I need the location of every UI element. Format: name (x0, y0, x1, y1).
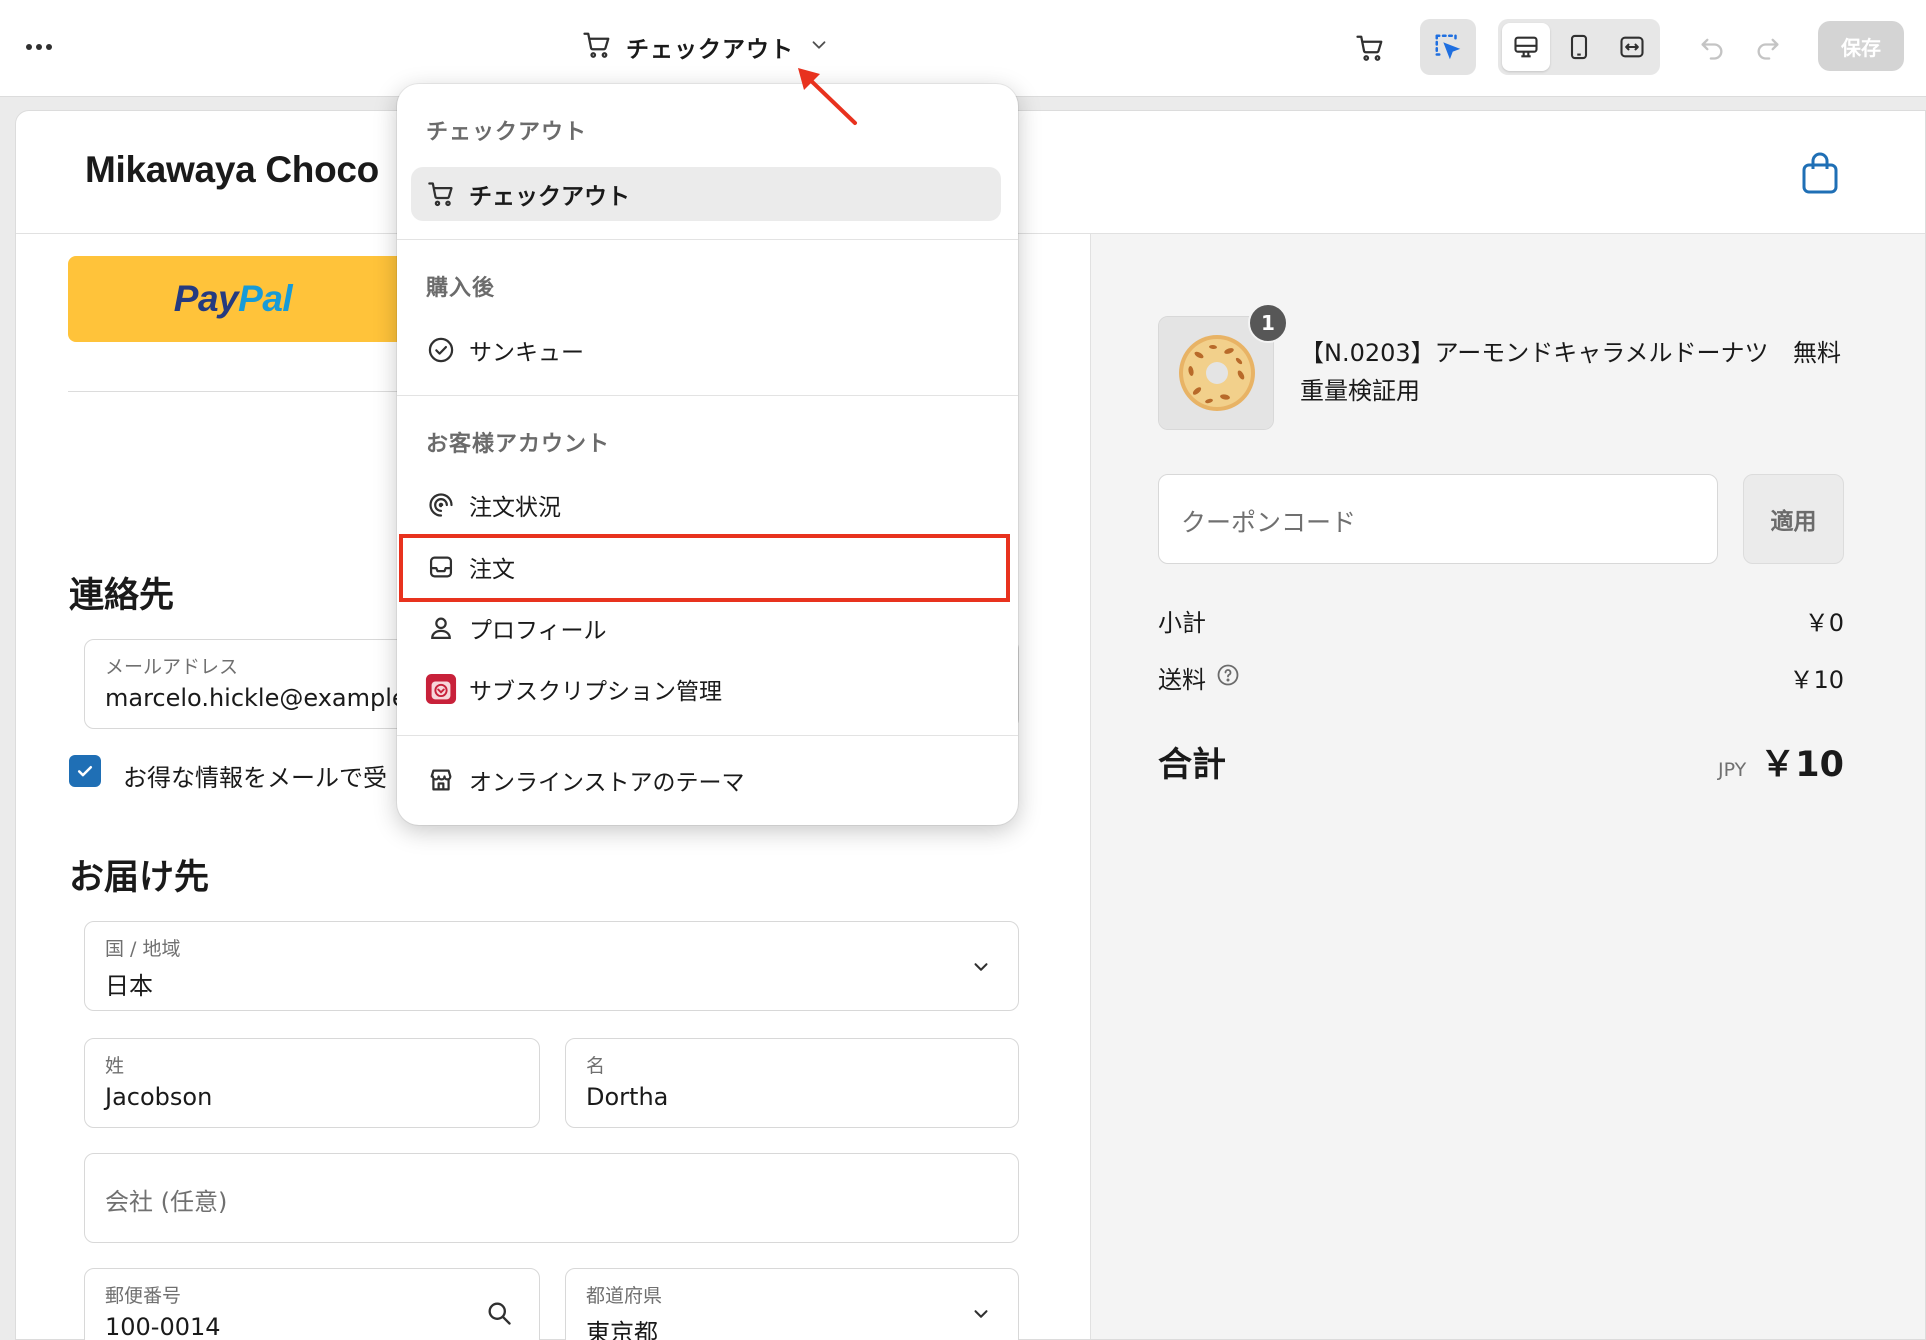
total-value: ￥10 (1760, 745, 1844, 785)
subscription-app-icon (425, 673, 457, 705)
help-icon[interactable] (1216, 663, 1240, 693)
contact-heading: 連絡先 (69, 576, 175, 616)
check-circle-icon (425, 334, 457, 366)
cart-icon (425, 178, 457, 210)
menu-item-subscription[interactable]: サブスクリプション管理 (411, 662, 1001, 716)
postal-code-field[interactable]: 郵便番号 100-0014 (84, 1268, 540, 1340)
first-name-value: Dortha (586, 1083, 669, 1111)
menu-item-profile[interactable]: プロフィール (411, 601, 1001, 655)
shipping-label: 送料 (1158, 666, 1206, 694)
store-icon (425, 764, 457, 796)
more-icon[interactable] (22, 30, 56, 64)
first-name-label: 名 (586, 1055, 606, 1077)
order-status-icon (425, 489, 457, 521)
annotation-highlight-box (399, 534, 1010, 602)
group-title-customer-account: お客様アカウント (426, 432, 611, 457)
menu-item-order-status[interactable]: 注文状況 (411, 478, 1001, 532)
postal-code-value: 100-0014 (105, 1313, 221, 1340)
chevron-down-icon (970, 1303, 992, 1329)
redo-icon[interactable] (1750, 30, 1786, 66)
menu-item-label: オンラインストアのテーマ (469, 770, 745, 796)
person-icon (425, 612, 457, 644)
page-switcher-dropdown: チェックアウト チェックアウト 購入後 サンキュー お客様アカウント 注文状況 … (397, 84, 1018, 825)
total-currency: JPY (1718, 759, 1747, 781)
group-title-checkout: チェックアウト (426, 120, 588, 145)
paypal-button[interactable]: PayPal (68, 256, 398, 342)
last-name-field[interactable]: 姓 Jacobson (84, 1038, 540, 1128)
undo-icon[interactable] (1694, 30, 1730, 66)
menu-item-online-store-theme[interactable]: オンラインストアのテーマ (411, 753, 1001, 807)
last-name-value: Jacobson (105, 1083, 213, 1111)
editor-toolbar: チェックアウト 保存 (0, 0, 1926, 97)
apply-coupon-button[interactable]: 適用 (1743, 474, 1844, 564)
coupon-placeholder: クーポンコード (1181, 508, 1357, 537)
quantity-badge: 1 (1248, 303, 1288, 343)
subtotal-value: ￥0 (1804, 609, 1844, 637)
postal-code-label: 郵便番号 (105, 1285, 182, 1307)
divider (397, 735, 1018, 736)
shipping-heading: お届け先 (69, 858, 210, 898)
store-name: Mikawaya Choco (85, 149, 379, 190)
menu-item-checkout[interactable]: チェックアウト (411, 167, 1001, 221)
prefecture-value: 東京都 (586, 1319, 658, 1340)
menu-item-label: 注文状況 (469, 495, 561, 521)
menu-item-label: チェックアウト (469, 184, 630, 210)
mobile-view-icon[interactable] (1555, 23, 1603, 71)
cart-icon[interactable] (1350, 28, 1390, 68)
annotation-arrow-icon (798, 68, 857, 125)
company-placeholder: 会社 (任意) (105, 1188, 228, 1216)
search-icon[interactable] (485, 1299, 513, 1331)
divider (397, 395, 1018, 396)
total-label: 合計 (1158, 745, 1226, 785)
coupon-input[interactable]: クーポンコード (1158, 474, 1718, 564)
first-name-field[interactable]: 名 Dortha (565, 1038, 1019, 1128)
fullwidth-view-icon[interactable] (1608, 23, 1656, 71)
shopping-bag-icon[interactable] (1800, 151, 1840, 195)
menu-item-thank-you[interactable]: サンキュー (411, 323, 1001, 377)
last-name-label: 姓 (105, 1055, 125, 1077)
country-label: 国 / 地域 (105, 938, 181, 960)
shipping-row: 送料 ￥10 (1158, 660, 1844, 695)
viewport-switcher (1498, 19, 1660, 75)
paypal-logo: PayPal (173, 278, 293, 319)
chevron-down-icon (970, 956, 992, 982)
desktop-view-icon[interactable] (1502, 23, 1550, 71)
company-field[interactable]: 会社 (任意) (84, 1153, 1019, 1243)
country-value: 日本 (105, 972, 153, 1000)
subtotal-row: 小計 ￥0 (1158, 603, 1844, 638)
newsletter-label: お得な情報をメールで受 (123, 764, 387, 792)
divider (397, 239, 1018, 240)
menu-item-label: プロフィール (469, 618, 607, 644)
shipping-value: ￥10 (1789, 666, 1844, 694)
newsletter-checkbox[interactable] (69, 755, 101, 787)
chevron-down-icon (808, 34, 830, 60)
inspector-select-icon[interactable] (1420, 19, 1476, 75)
total-row: 合計 JPY ￥10 (1158, 736, 1844, 787)
menu-item-label: サブスクリプション管理 (469, 679, 722, 705)
save-button[interactable]: 保存 (1818, 21, 1904, 71)
prefecture-label: 都道府県 (586, 1285, 663, 1307)
country-select[interactable]: 国 / 地域 日本 (84, 921, 1019, 1011)
group-title-post-purchase: 購入後 (426, 276, 496, 301)
cart-icon (582, 30, 612, 64)
subtotal-label: 小計 (1158, 609, 1206, 637)
menu-item-label: サンキュー (469, 340, 584, 366)
prefecture-select[interactable]: 都道府県 東京都 (565, 1268, 1019, 1340)
product-price: 無料 (1793, 339, 1841, 367)
email-label: メールアドレス (105, 656, 239, 678)
product-name: 【N.0203】アーモンドキャラメルドーナツ 重量検証用 (1300, 339, 1769, 405)
email-value: marcelo.hickle@example. (105, 684, 415, 712)
page-switcher-title: チェックアウト (626, 37, 794, 63)
